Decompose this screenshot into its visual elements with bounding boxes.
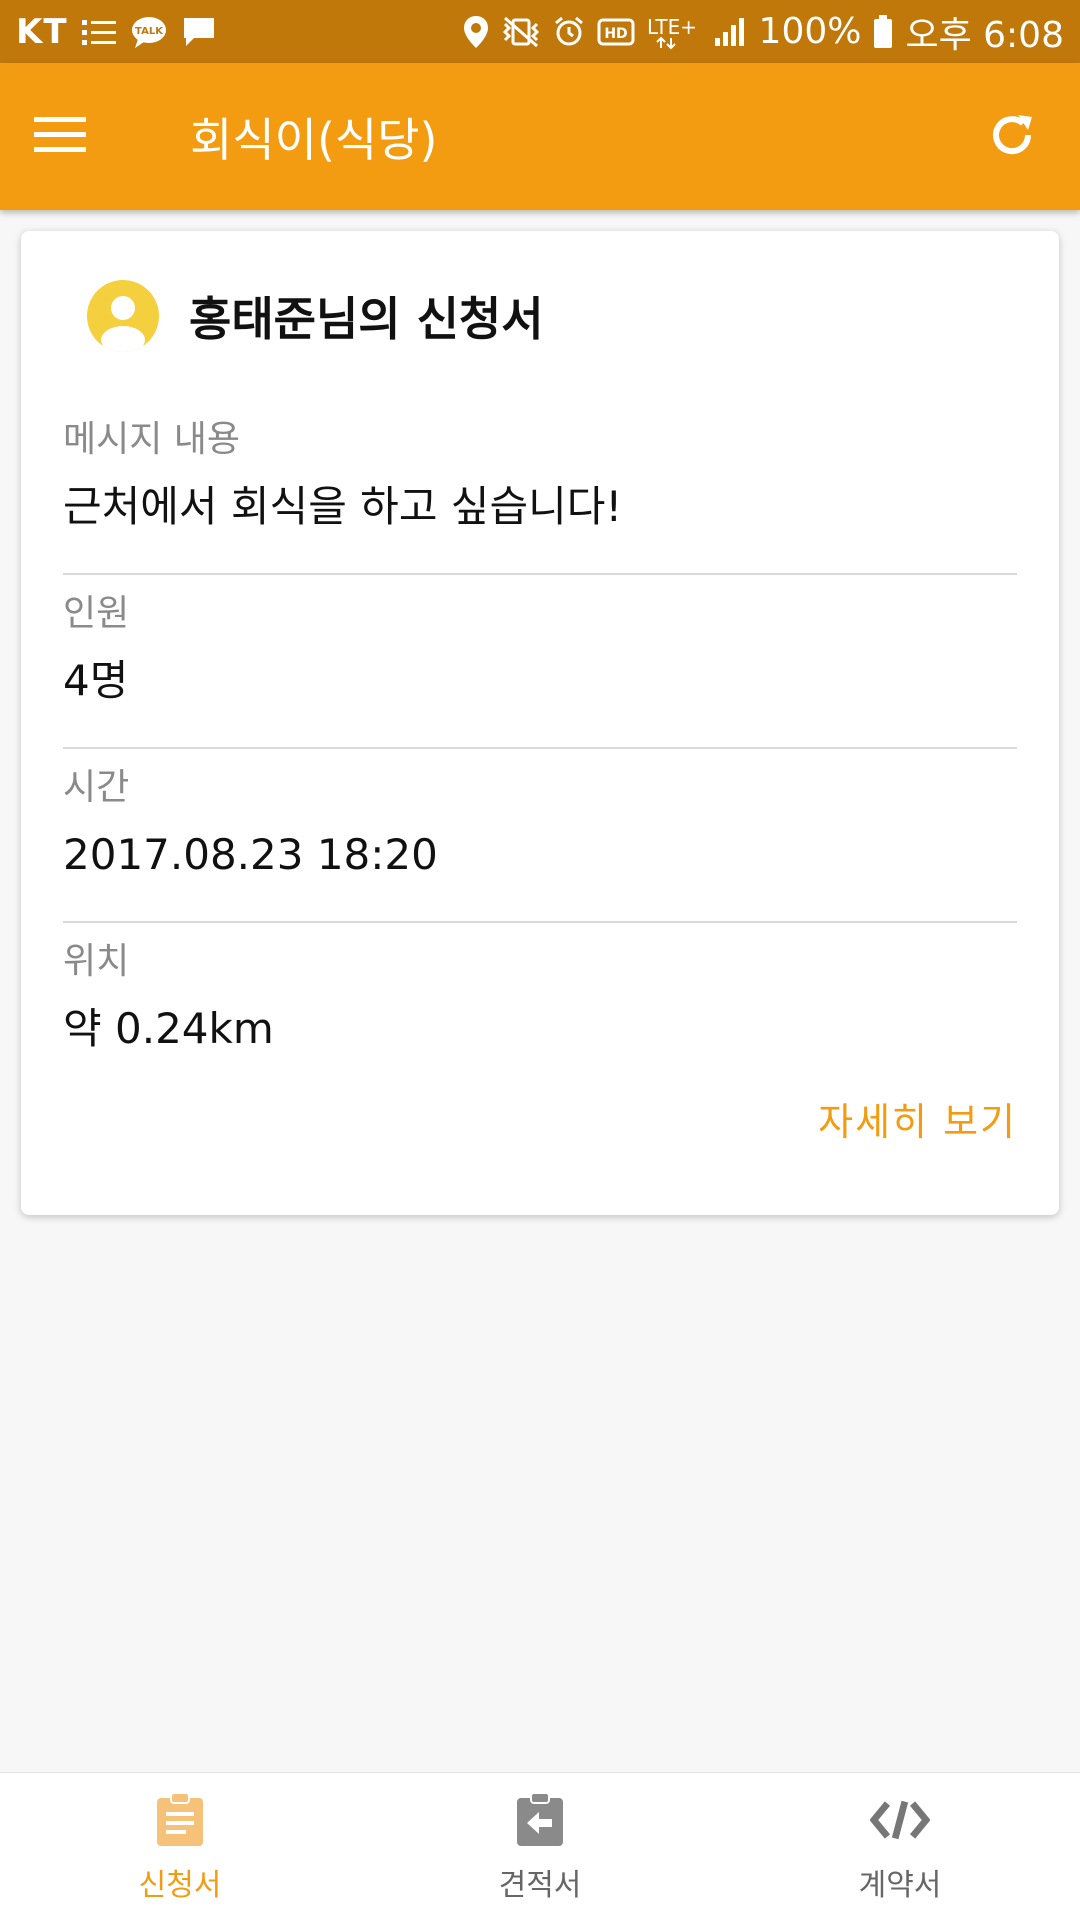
location-icon xyxy=(463,15,489,49)
field-value: 2017.08.23 18:20 xyxy=(63,830,438,879)
field-value: 근처에서 회식을 하고 싶습니다! xyxy=(63,482,623,531)
view-details-button[interactable]: 자세히 보기 xyxy=(818,1091,1017,1146)
code-icon xyxy=(870,1790,930,1850)
app-bar: 회식이(식당) xyxy=(0,63,1080,210)
field-value: 약 0.24km xyxy=(63,1004,274,1053)
nav-item-request[interactable]: 신청서 xyxy=(0,1773,360,1920)
status-bar: KT TALK HD LTE+ 100% 오후 6:08 xyxy=(0,0,1080,63)
status-right: HD LTE+ 100% 오후 6:08 xyxy=(463,6,1064,58)
bottom-nav: 신청서 견적서 계약서 xyxy=(0,1772,1080,1920)
field-value: 4명 xyxy=(63,656,129,705)
refresh-button[interactable] xyxy=(952,63,1072,210)
field-time: 시간 2017.08.23 18:20 xyxy=(63,749,1017,923)
lte-icon: LTE+ xyxy=(647,14,701,50)
avatar-icon xyxy=(87,280,159,352)
field-label: 메시지 내용 xyxy=(63,419,241,460)
clipboard-icon xyxy=(150,1790,210,1850)
svg-text:HD: HD xyxy=(604,26,627,42)
menu-button[interactable] xyxy=(0,63,120,210)
message-icon xyxy=(182,16,216,48)
nav-item-estimate[interactable]: 견적서 xyxy=(360,1773,720,1920)
nav-label: 견적서 xyxy=(498,1867,582,1903)
hd-icon: HD xyxy=(597,17,635,47)
signal-icon xyxy=(713,16,747,48)
lte-text: LTE+ xyxy=(647,15,697,39)
field-label: 위치 xyxy=(63,941,130,982)
list-icon xyxy=(81,17,116,47)
field-location: 위치 약 0.24km xyxy=(63,923,1017,1073)
nav-label: 신청서 xyxy=(138,1867,222,1903)
card-title: 홍태준님의 신청서 xyxy=(189,292,544,346)
carrier-label: KT xyxy=(16,11,68,52)
svg-text:TALK: TALK xyxy=(135,26,164,37)
field-message: 메시지 내용 근처에서 회식을 하고 싶습니다! xyxy=(63,401,1017,575)
request-card: 홍태준님의 신청서 메시지 내용 근처에서 회식을 하고 싶습니다! 인원 4명… xyxy=(21,231,1059,1215)
status-left: KT TALK xyxy=(16,12,216,52)
nav-label: 계약서 xyxy=(858,1867,942,1903)
card-header: 홍태준님의 신청서 xyxy=(63,231,1017,401)
field-label: 인원 xyxy=(63,593,130,634)
battery-icon xyxy=(873,14,893,49)
field-people: 인원 4명 xyxy=(63,575,1017,749)
talk-icon: TALK xyxy=(130,15,168,49)
clipboard-arrow-icon xyxy=(510,1790,570,1850)
menu-icon xyxy=(34,115,86,159)
refresh-icon xyxy=(988,111,1036,163)
vibrate-icon xyxy=(501,16,541,48)
page-title: 회식이(식당) xyxy=(190,112,438,167)
battery-percent: 100% xyxy=(758,11,862,52)
field-label: 시간 xyxy=(63,767,130,808)
clock: 오후 6:08 xyxy=(905,14,1064,56)
alarm-icon xyxy=(553,16,585,48)
nav-item-contract[interactable]: 계약서 xyxy=(720,1773,1080,1920)
